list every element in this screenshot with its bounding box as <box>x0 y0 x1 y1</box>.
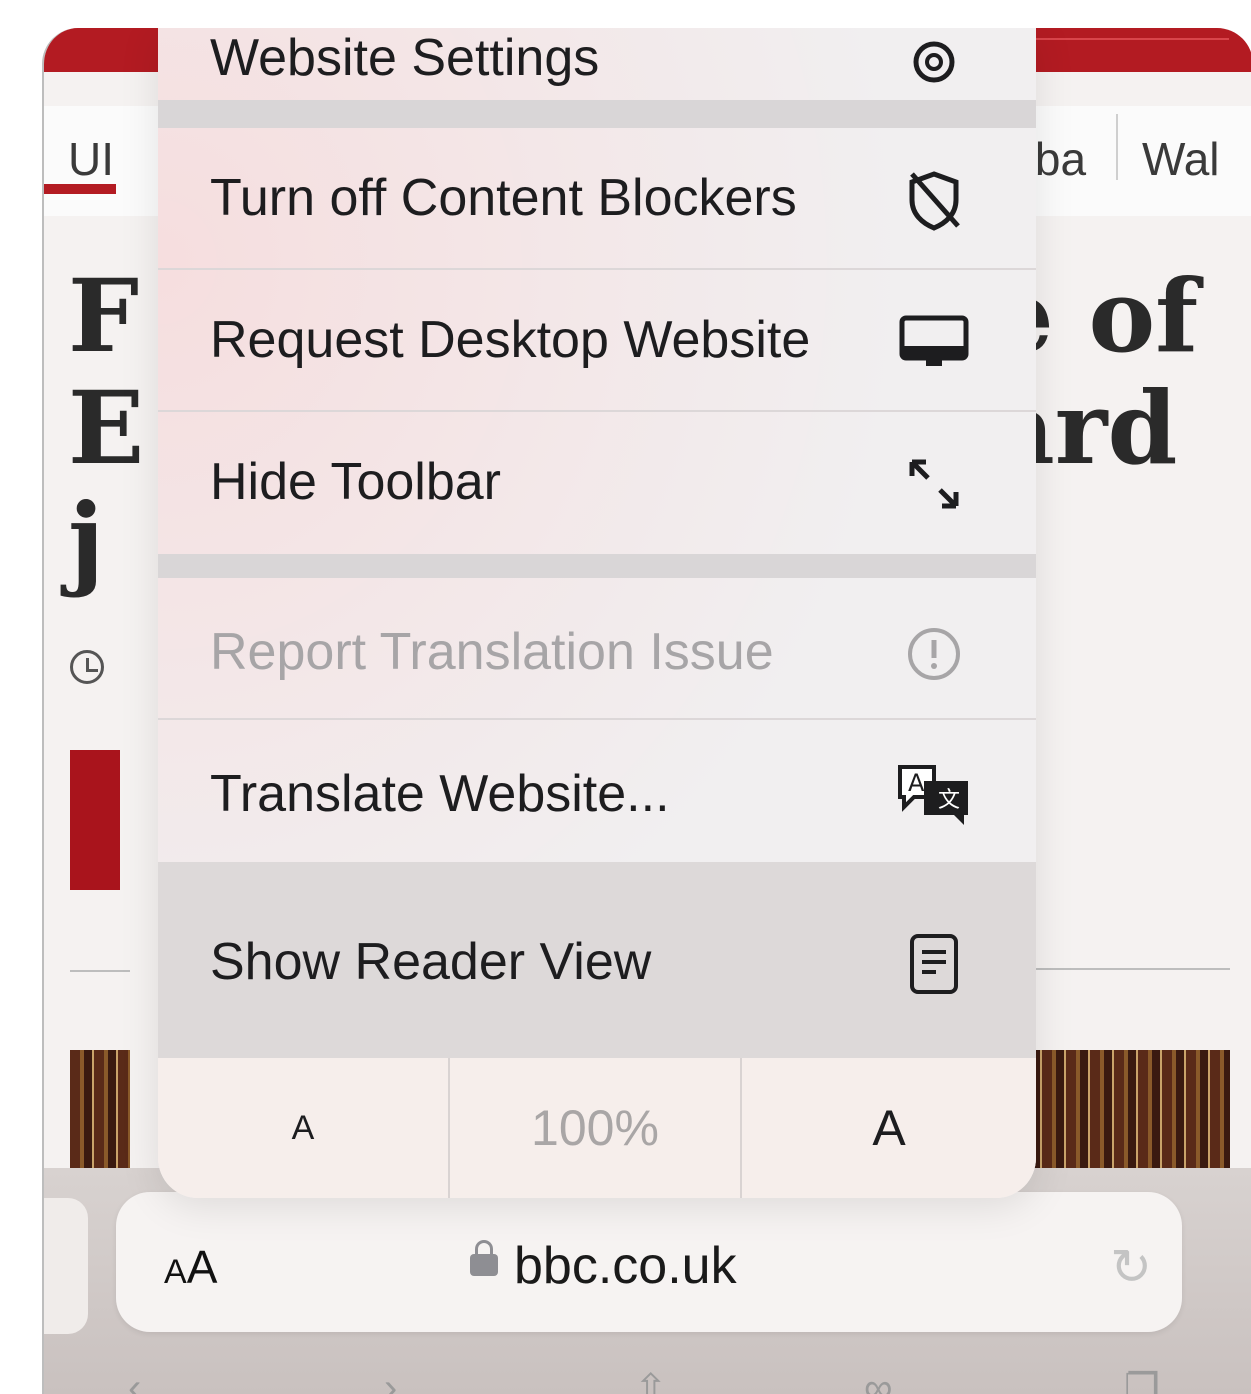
svg-text:A: A <box>908 769 925 797</box>
address-bar[interactable]: AA bbc.co.uk ↻ <box>116 1192 1182 1332</box>
text-size-controls: A 100% A <box>158 1058 1036 1198</box>
tabs-icon[interactable]: ❐ <box>1124 1366 1160 1394</box>
decrease-text-size-button[interactable]: A <box>158 1058 450 1198</box>
divider <box>70 970 130 972</box>
translate-bubble-icon: A文 <box>894 754 974 834</box>
back-icon[interactable]: ‹ <box>128 1366 141 1394</box>
share-icon[interactable]: ⇧ <box>634 1366 668 1394</box>
forward-icon[interactable]: › <box>384 1366 397 1394</box>
nav-item-uk[interactable]: UI <box>68 136 114 182</box>
bookmarks-icon[interactable]: ∞ <box>864 1366 893 1394</box>
nav-item-wales[interactable]: Wal <box>1142 136 1220 182</box>
menu-item-translate-website[interactable]: Translate Website... A文 <box>158 720 1036 862</box>
desktop-icon <box>894 302 974 382</box>
headline-fragment: E <box>68 369 145 487</box>
increase-text-size-button[interactable]: A <box>742 1058 1036 1198</box>
text-settings-button[interactable]: AA <box>164 1240 217 1294</box>
nav-active-underline <box>44 184 116 194</box>
menu-item-label: Show Reader View <box>210 933 652 991</box>
url-text: bbc.co.uk <box>470 1236 737 1296</box>
menu-item-content-blockers[interactable]: Turn off Content Blockers <box>158 128 1036 270</box>
reader-view-icon <box>894 924 974 1004</box>
headline-fragment: F <box>68 257 139 375</box>
banner-outline <box>1007 38 1229 74</box>
previous-tab-stub[interactable] <box>44 1198 88 1334</box>
gear-icon <box>894 28 974 102</box>
exclamation-circle-icon <box>894 614 974 694</box>
page-settings-menu: Website Settings Turn off Content Blocke… <box>158 28 1036 1198</box>
menu-item-label: Translate Website... <box>210 765 670 823</box>
clock-icon <box>70 650 104 684</box>
headline-fragment: j <box>68 481 105 599</box>
expand-arrows-icon <box>894 444 974 524</box>
menu-item-label: Website Settings <box>210 29 600 87</box>
article-image <box>70 1050 130 1170</box>
menu-item-label: Hide Toolbar <box>210 453 502 511</box>
menu-item-reader-view[interactable]: Show Reader View <box>158 862 1036 1058</box>
safari-window: UI Alba Wal F E j e of ard AA bbc.co.uk … <box>42 28 1251 1394</box>
menu-item-label: Request Desktop Website <box>210 311 811 369</box>
menu-separator <box>158 554 1036 578</box>
menu-item-label: Turn off Content Blockers <box>210 169 797 227</box>
svg-text:文: 文 <box>938 788 960 813</box>
menu-item-request-desktop[interactable]: Request Desktop Website <box>158 270 1036 412</box>
shield-slash-icon <box>894 160 974 240</box>
menu-item-website-settings[interactable]: Website Settings <box>158 28 1036 100</box>
zoom-level: 100% <box>450 1058 742 1198</box>
url-label: bbc.co.uk <box>514 1237 737 1295</box>
menu-item-hide-toolbar[interactable]: Hide Toolbar <box>158 412 1036 554</box>
reload-icon[interactable]: ↻ <box>1110 1238 1152 1296</box>
menu-item-label: Report Translation Issue <box>210 623 774 681</box>
menu-item-report-translation: Report Translation Issue <box>158 578 1036 720</box>
menu-separator <box>158 100 1036 128</box>
red-accent-block <box>70 750 120 890</box>
nav-separator <box>1116 114 1118 180</box>
lock-icon <box>470 1240 498 1276</box>
